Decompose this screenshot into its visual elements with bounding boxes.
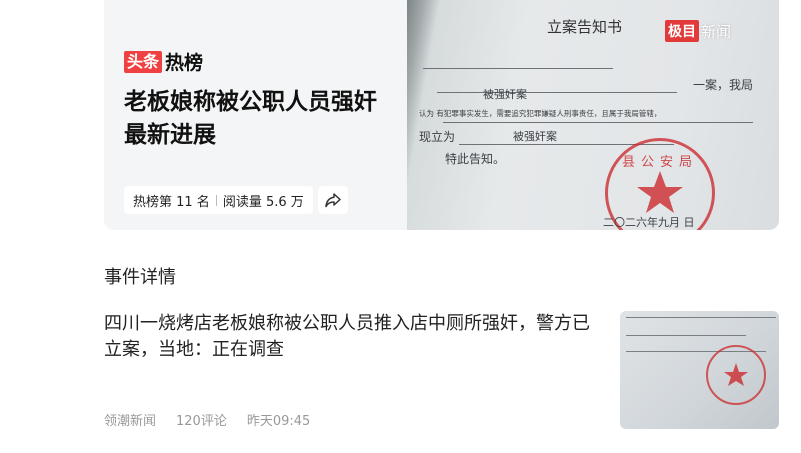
- jimu-news-watermark: 极目 新闻: [664, 20, 731, 42]
- news-source[interactable]: 领潮新闻: [104, 410, 156, 429]
- seal-star-icon: [724, 363, 748, 386]
- doc-heading: 立案告知书: [547, 18, 623, 36]
- brand-badge: 头条: [124, 50, 163, 73]
- case-notice-photo[interactable]: 立案告知书 极目 新闻 一案，我局 被强奸案 认为 有犯罪事实发生，需要追究犯罪…: [407, 0, 779, 230]
- hot-topic-title[interactable]: 老板娘称被公职人员强奸最新进展: [124, 86, 394, 152]
- toutiao-hot-list-logo: 头条 热榜: [124, 48, 203, 75]
- doc-line-2-case: 被强奸案: [483, 88, 527, 101]
- doc-date-main: 二〇二六年九月: [603, 216, 680, 229]
- doc-rule: [437, 92, 677, 93]
- thumb-rule: [626, 317, 776, 318]
- share-icon: [325, 193, 341, 208]
- doc-date-suffix: 日: [683, 216, 695, 229]
- doc-line-4-prefix: 现立为: [419, 130, 456, 144]
- hot-topic-meta: 热榜第 11 名 阅读量 5.6 万: [124, 186, 348, 214]
- doc-line-5: 特此告知。: [445, 152, 506, 166]
- comment-count[interactable]: 120评论: [176, 410, 227, 429]
- hot-topic-card[interactable]: 头条 热榜 老板娘称被公职人员强奸最新进展 热榜第 11 名 阅读量 5.6 万…: [104, 0, 779, 230]
- news-thumbnail[interactable]: [620, 311, 779, 429]
- doc-line-1-end: 一案，我局: [693, 78, 754, 92]
- rank-text: 热榜第 11 名: [133, 194, 210, 210]
- seal-text: 县公安局: [622, 155, 699, 170]
- watermark-text: 新闻: [700, 22, 731, 41]
- thumb-seal: [706, 345, 766, 405]
- section-title: 事件详情: [104, 267, 176, 288]
- doc-date: 二〇二六年九月 日: [603, 214, 695, 230]
- doc-line-3: 认为 有犯罪事实发生，需要追究犯罪嫌疑人刑事责任，且属于我局管辖，: [419, 109, 662, 118]
- doc-rule: [423, 68, 613, 69]
- thumb-rule: [626, 335, 746, 336]
- watermark-badge: 极目: [664, 20, 699, 42]
- news-headline[interactable]: 四川一烧烤店老板娘称被公职人员推入店中厕所强奸，警方已立案，当地：正在调查: [104, 311, 598, 363]
- share-button[interactable]: [317, 186, 348, 214]
- doc-rule: [443, 122, 753, 123]
- doc-line-4-case: 被强奸案: [513, 130, 557, 143]
- divider: [215, 194, 217, 206]
- publish-time: 昨天09:45: [246, 414, 311, 429]
- rank-read-pill: 热榜第 11 名 阅读量 5.6 万: [124, 186, 313, 214]
- hot-topic-info: 头条 热榜 老板娘称被公职人员强奸最新进展 热榜第 11 名 阅读量 5.6 万: [104, 0, 407, 230]
- brand-text: 热榜: [165, 52, 204, 74]
- news-meta: 领潮新闻 120评论 昨天09:45: [104, 410, 330, 429]
- read-count: 阅读量 5.6 万: [222, 194, 304, 210]
